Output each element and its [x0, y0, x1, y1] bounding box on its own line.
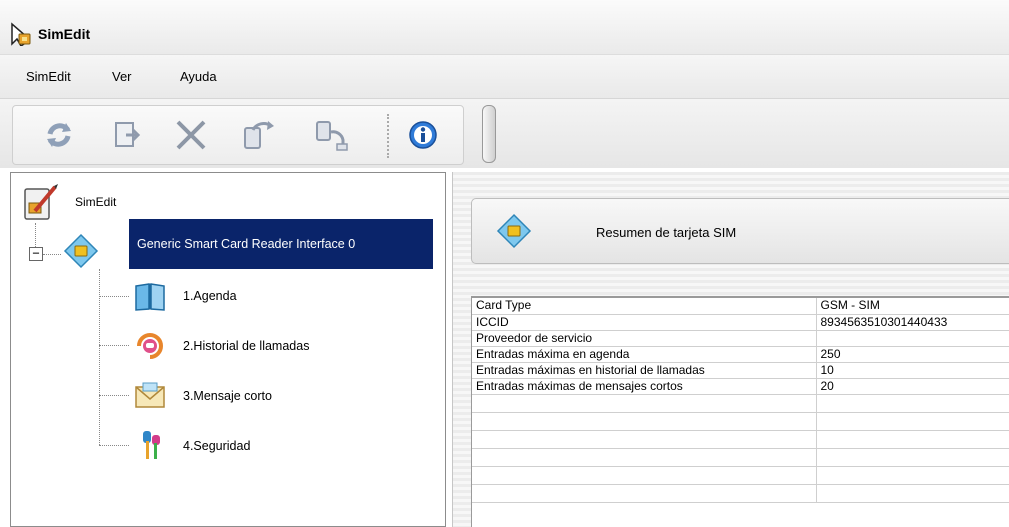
tree-node-agenda[interactable]: 1.Agenda — [183, 289, 237, 303]
empty-row — [472, 412, 1009, 431]
row-value: 10 — [816, 362, 1009, 379]
row-label: Entradas máximas de mensajes cortos — [472, 378, 817, 395]
tree-node-reader[interactable]: Generic Smart Card Reader Interface 0 — [129, 219, 433, 269]
tree-connector — [43, 254, 61, 255]
tree-node-security[interactable]: 4.Seguridad — [183, 439, 250, 453]
export-button[interactable] — [105, 116, 149, 156]
row-label: Proveedor de servicio — [472, 330, 817, 347]
tree-node-call-history[interactable]: 2.Historial de llamadas — [183, 339, 309, 353]
tree-root-label[interactable]: SimEdit — [75, 195, 116, 209]
summary-title: Resumen de tarjeta SIM — [596, 225, 737, 240]
empty-cell — [472, 484, 817, 503]
sim-summary-table: Card Type GSM - SIM ICCID 89345635103014… — [471, 296, 1009, 527]
empty-cell — [472, 466, 817, 485]
empty-row — [472, 430, 1009, 449]
simedit-root-icon — [21, 183, 61, 223]
row-label: Card Type — [472, 298, 817, 315]
table-row[interactable]: ICCID 8934563510301440433 — [472, 314, 1009, 331]
empty-cell — [816, 484, 1009, 503]
table-row[interactable]: Proveedor de servicio — [472, 330, 1009, 347]
write-card-icon — [313, 118, 349, 155]
empty-cell — [472, 448, 817, 467]
row-label: Entradas máxima en agenda — [472, 346, 817, 363]
title-bar: SimEdit — [0, 0, 1009, 54]
toolbar-grip[interactable] — [482, 105, 496, 163]
envelope-icon — [133, 379, 167, 413]
toolbar-separator — [387, 114, 389, 158]
keys-icon — [133, 429, 167, 463]
empty-cell — [472, 394, 817, 413]
row-value — [816, 330, 1009, 347]
empty-cell — [816, 394, 1009, 413]
empty-row — [472, 484, 1009, 503]
tree-connector — [99, 345, 129, 346]
table-row[interactable]: Card Type GSM - SIM — [472, 298, 1009, 315]
agenda-book-icon — [133, 279, 167, 313]
toolbar — [0, 98, 1009, 168]
empty-cell — [816, 430, 1009, 449]
delete-button[interactable] — [169, 116, 213, 156]
tree-collapse-toggle[interactable]: − — [29, 247, 43, 261]
read-card-icon — [241, 118, 277, 155]
empty-row — [472, 394, 1009, 413]
tree-connector — [35, 223, 36, 247]
table-row[interactable]: Entradas máxima en agenda 250 — [472, 346, 1009, 363]
sim-card-icon — [63, 233, 99, 269]
tree-node-short-message[interactable]: 3.Mensaje corto — [183, 389, 272, 403]
row-value: 20 — [816, 378, 1009, 395]
tree-connector — [99, 296, 129, 297]
tree-connector — [99, 395, 129, 396]
table-row[interactable]: Entradas máximas de mensajes cortos 20 — [472, 378, 1009, 395]
menu-ayuda[interactable]: Ayuda — [180, 69, 217, 84]
write-card-button[interactable] — [309, 116, 353, 156]
empty-row — [472, 466, 1009, 485]
call-history-icon — [133, 329, 167, 363]
toolbar-group — [12, 105, 464, 165]
tree-panel: SimEdit − Generic Smart Card Reader Inte… — [10, 172, 446, 527]
row-label: ICCID — [472, 314, 817, 331]
refresh-icon — [42, 118, 76, 155]
empty-row — [472, 448, 1009, 467]
empty-cell — [472, 412, 817, 431]
info-button[interactable] — [401, 116, 445, 156]
refresh-button[interactable] — [37, 116, 81, 156]
detail-panel: Resumen de tarjeta SIM Card Type GSM - S… — [452, 172, 1009, 527]
menu-ver[interactable]: Ver — [112, 69, 132, 84]
empty-cell — [816, 466, 1009, 485]
empty-cell — [816, 448, 1009, 467]
window-title: SimEdit — [38, 26, 91, 42]
info-icon — [407, 119, 439, 154]
row-value: 8934563510301440433 — [816, 314, 1009, 331]
row-label: Entradas máximas en historial de llamada… — [472, 362, 817, 379]
tree-connector — [99, 445, 129, 446]
delete-icon — [173, 117, 209, 156]
row-value: GSM - SIM — [816, 298, 1009, 315]
table-row[interactable]: Entradas máximas en historial de llamada… — [472, 362, 1009, 379]
sim-card-icon — [496, 213, 532, 249]
app-icon — [10, 22, 32, 48]
menu-bar: SimEdit Ver Ayuda — [0, 54, 1009, 98]
menu-simedit[interactable]: SimEdit — [26, 69, 71, 84]
summary-header: Resumen de tarjeta SIM — [471, 198, 1009, 264]
empty-cell — [816, 412, 1009, 431]
empty-cell — [472, 430, 817, 449]
row-value: 250 — [816, 346, 1009, 363]
export-icon — [110, 118, 144, 155]
read-card-button[interactable] — [237, 116, 281, 156]
